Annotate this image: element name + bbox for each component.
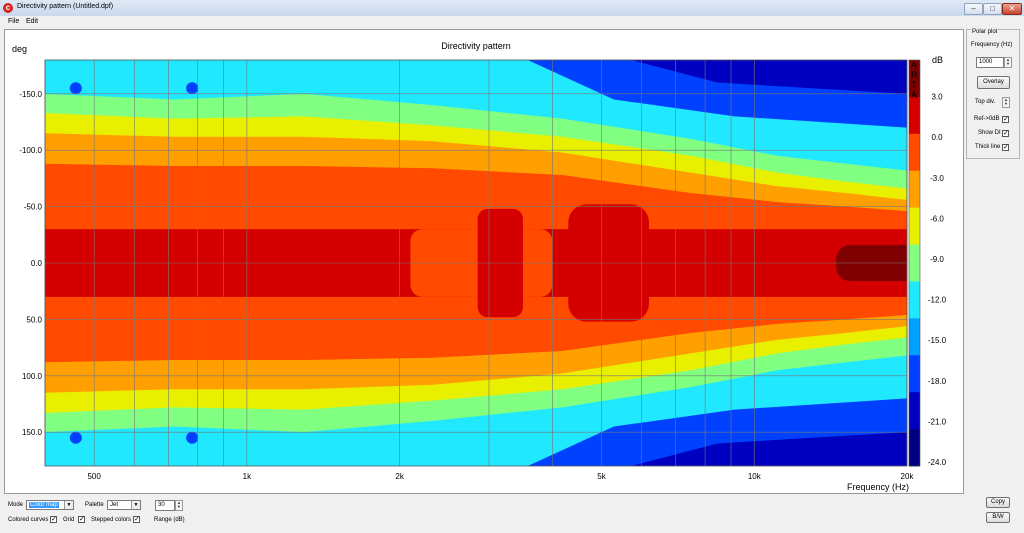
heatmap-region <box>186 82 199 95</box>
heatmap-region <box>69 82 82 95</box>
x-tick-label: 10k <box>748 472 762 481</box>
colorbar-segment <box>909 96 920 135</box>
colorbar-label: -15.0 <box>928 336 947 345</box>
y-tick-label: -50.0 <box>24 203 43 212</box>
watermark-letter: R <box>911 70 918 80</box>
colorbar-label: -9.0 <box>930 255 944 264</box>
chart-title: Directivity pattern <box>441 41 511 51</box>
show-di-label: Show DI <box>978 130 1001 136</box>
menu-edit[interactable]: Edit <box>26 18 38 25</box>
x-tick-label: 5k <box>597 472 606 481</box>
range-spinner[interactable]: ▲ ▼ <box>175 500 183 511</box>
thick-line-checkbox[interactable]: ✓ <box>1002 144 1009 151</box>
x-tick-label: 500 <box>87 472 101 481</box>
colorbar-segment <box>909 133 920 172</box>
app-icon: c <box>3 3 13 13</box>
colorbar-segment <box>909 244 920 282</box>
directivity-chart: ARTA Directivity pattern deg Frequency (Hz… <box>12 41 947 492</box>
frequency-input[interactable]: 1000 <box>976 57 1004 68</box>
polar-plot-panel: Polar plot Frequency (Hz) 1000 ▲ ▼ Overla… <box>966 29 1020 159</box>
colorbar-segment <box>909 318 920 356</box>
bw-button[interactable]: B/W <box>986 512 1010 523</box>
y-tick-label: 0.0 <box>31 259 43 268</box>
heatmap-region <box>69 431 82 444</box>
maximize-button[interactable]: □ <box>983 3 1002 15</box>
stepped-colors-checkbox[interactable]: ✓ <box>133 516 140 523</box>
polar-panel-title: Polar plot <box>971 29 999 35</box>
range-input[interactable]: 30 <box>155 500 175 511</box>
y-tick-label: 100.0 <box>22 372 43 381</box>
palette-label: Palette <box>85 502 104 508</box>
ref-checkbox[interactable]: ✓ <box>1002 116 1009 123</box>
colorbar-label: -21.0 <box>928 417 947 426</box>
colorbar-label: 0.0 <box>931 133 943 142</box>
title-bar: c Directivity pattern (Untitled.dpf) – □… <box>0 0 1024 17</box>
mode-label: Mode <box>8 502 24 508</box>
y-tick-label: -150.0 <box>19 90 42 99</box>
grid-checkbox[interactable]: ✓ <box>78 516 85 523</box>
top-div-spinner[interactable]: ▲ ▼ <box>1002 97 1010 108</box>
x-tick-label: 20k <box>901 472 915 481</box>
copy-button[interactable]: Copy <box>986 497 1010 508</box>
mode-value: Color map <box>29 502 59 508</box>
watermark-letter: A <box>911 60 917 70</box>
mode-select[interactable]: Color map ▼ <box>26 500 74 510</box>
palette-value: Jet <box>110 502 119 508</box>
colorbar-label: -18.0 <box>928 377 947 386</box>
y-tick-label: 50.0 <box>26 315 42 324</box>
menu-file[interactable]: File <box>8 18 19 25</box>
colorbar-label: -6.0 <box>930 214 944 223</box>
y-tick-label: -100.0 <box>19 146 42 155</box>
x-axis-label: Frequency (Hz) <box>847 482 909 492</box>
thick-line-label: Thick line <box>975 144 1001 150</box>
frequency-spinner[interactable]: ▲ ▼ <box>1004 57 1012 68</box>
colorbar-label: -3.0 <box>930 174 944 183</box>
x-tick-label: 2k <box>395 472 404 481</box>
range-label: Range (dB) <box>154 517 185 523</box>
colorbar-unit: dB <box>932 55 943 65</box>
colorbar-segment <box>909 170 920 209</box>
colorbar-segment <box>909 281 920 319</box>
window-title: Directivity pattern (Untitled.dpf) <box>17 3 114 10</box>
x-tick-label: 1k <box>243 472 252 481</box>
colorbar-label: -24.0 <box>928 458 947 467</box>
colorbar-label: -12.0 <box>928 296 947 305</box>
watermark-letter: T <box>911 80 917 90</box>
y-axis-label: deg <box>12 44 27 54</box>
colorbar-segment <box>909 429 920 467</box>
grid-label: Grid <box>63 517 75 523</box>
heatmap-region <box>186 431 199 444</box>
colorbar: ARTA <box>908 59 921 467</box>
palette-select[interactable]: Jet ▼ <box>107 500 141 510</box>
minimize-button[interactable]: – <box>964 3 983 15</box>
watermark-letter: A <box>911 90 917 100</box>
chevron-down-icon: ▼ <box>131 501 140 509</box>
chevron-down-icon: ▼ <box>64 501 73 509</box>
top-div-label: Top div. <box>975 99 996 105</box>
colored-curves-label: Colored curves <box>8 517 49 523</box>
menu-bar: File Edit <box>0 16 1024 28</box>
overlay-button[interactable]: Overlay <box>977 76 1010 89</box>
stepped-colors-label: Stepped colors <box>91 517 132 523</box>
colorbar-segment <box>909 392 920 430</box>
colorbar-segment <box>909 207 920 246</box>
colored-curves-checkbox[interactable]: ✓ <box>50 516 57 523</box>
ref-label: Ref->0dB <box>974 116 1000 122</box>
y-tick-label: 150.0 <box>22 428 43 437</box>
close-button[interactable]: ✕ <box>1002 3 1022 15</box>
show-di-checkbox[interactable]: ✓ <box>1002 130 1009 137</box>
colorbar-segment <box>909 355 920 393</box>
plot-area: ARTA Directivity pattern deg Frequency (Hz… <box>4 29 964 494</box>
colorbar-label: 3.0 <box>931 93 943 102</box>
frequency-label: Frequency (Hz) <box>971 42 1013 48</box>
